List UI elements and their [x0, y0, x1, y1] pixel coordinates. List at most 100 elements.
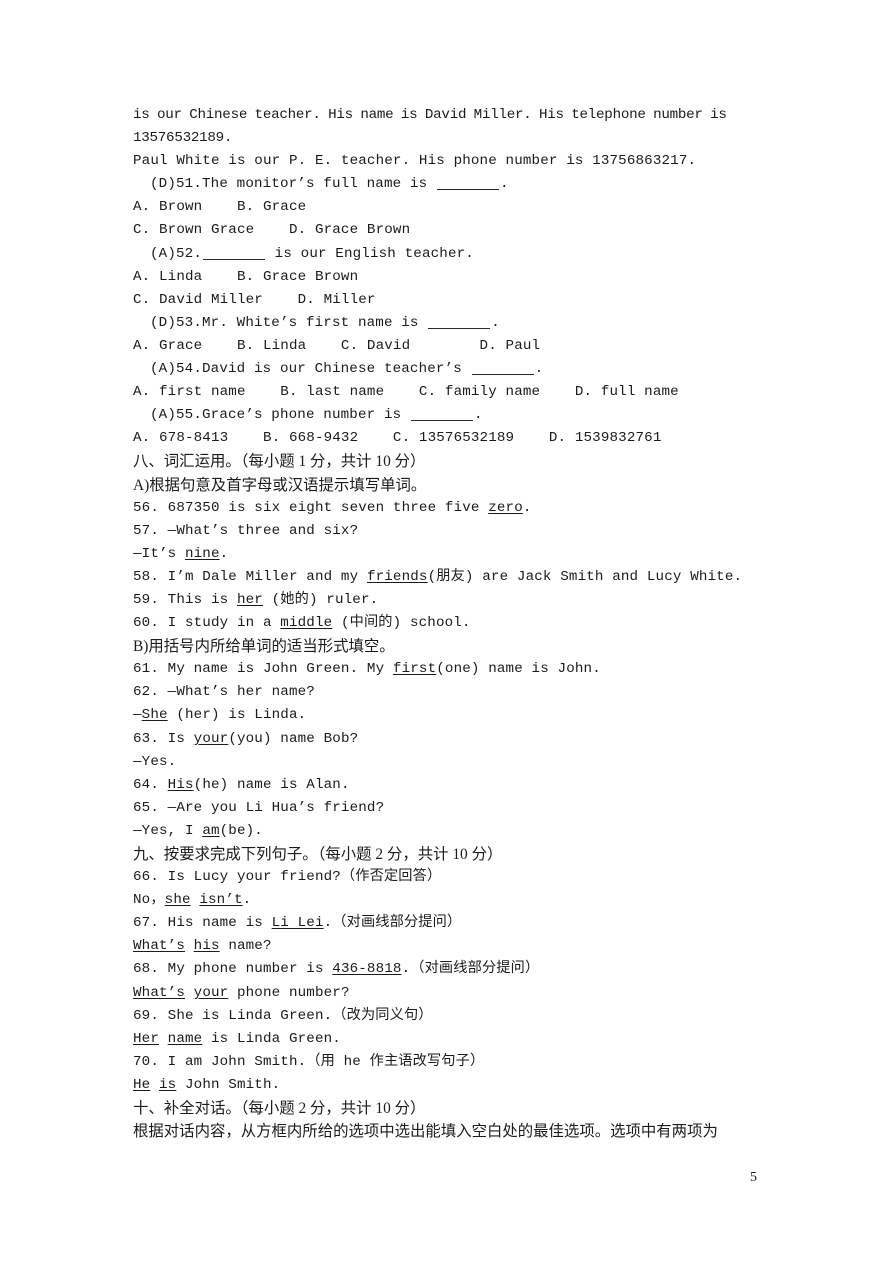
filled-answer: is: [159, 1076, 177, 1093]
section-9-heading: 九、按要求完成下列句子。（每小题 2 分，共计 10 分）: [133, 846, 503, 863]
sentence-text: 68. My phone number is: [133, 961, 333, 978]
filled-answer: 436-8818: [332, 961, 402, 978]
question-text: Mr. White’s first name is: [202, 314, 428, 331]
filled-answer: His: [167, 776, 194, 793]
q57-line2: —It’s nine.: [133, 543, 759, 566]
answer-blank[interactable]: [471, 374, 534, 376]
question-number: 52.: [176, 245, 202, 262]
passage-line-1: is our Chinese teacher. His name is Davi…: [133, 107, 735, 147]
section-8a-instruction: A)根据句意及首字母或汉语提示填写单词。: [133, 476, 427, 494]
answer-key: (A): [150, 361, 176, 378]
document-page: is our Chinese teacher. His name is Davi…: [0, 0, 892, 1262]
sentence-text: .: [522, 499, 532, 516]
answer-blank[interactable]: [203, 258, 265, 260]
q67-line2: What’s his name?: [133, 935, 759, 958]
filled-answer: first: [392, 661, 437, 678]
sentence-text: .（对画线部分提问）: [401, 961, 540, 978]
passage-line-2: Paul White is our P. E. teacher. His pho…: [133, 153, 697, 170]
q57-line1: 57. —What’s three and six?: [133, 522, 359, 539]
answer-key: (D): [150, 176, 176, 193]
q60: 60. I study in a middle (中间的) school.: [133, 612, 759, 635]
question-text-tail: is our English teacher.: [266, 245, 474, 262]
sentence-text: (be).: [219, 822, 263, 839]
question-text: David is our Chinese teacher’s: [202, 361, 471, 378]
page-number: 5: [750, 1170, 757, 1185]
q64: 64. His(he) name is Alan.: [133, 774, 759, 797]
sentence-text: [150, 1077, 159, 1093]
q55-stem: (A)55.Grace’s phone number is .: [133, 404, 759, 427]
section-8b-instruction: B)用括号内所给单词的适当形式填空。: [133, 638, 395, 656]
sentence-text: 60. I study in a: [133, 615, 281, 632]
sentence-text: John Smith.: [176, 1076, 281, 1093]
sentence-text: (她的) ruler.: [262, 591, 379, 608]
q54-stem: (A)54.David is our Chinese teacher’s .: [133, 358, 759, 381]
filled-answer: middle: [280, 615, 333, 632]
q63-line1: 63. Is your(you) name Bob?: [133, 728, 759, 751]
sentence-text: [185, 985, 194, 1001]
q59: 59. This is her (她的) ruler.: [133, 589, 759, 612]
sentence-text: 64.: [133, 776, 168, 793]
q70-line2: He is John Smith.: [133, 1074, 759, 1097]
answer-blank[interactable]: [410, 420, 473, 422]
q51-options-2: C. Brown Grace D. Grace Brown: [133, 222, 411, 239]
filled-answer: zero: [488, 499, 523, 516]
q61: 61. My name is John Green. My first(one)…: [133, 658, 759, 681]
filled-answer: isn’t: [199, 892, 243, 909]
q69-line1: 69. She is Linda Green.（改为同义句）: [133, 1007, 433, 1024]
sentence-text: —: [133, 707, 142, 724]
q63-line2: —Yes.: [133, 753, 177, 770]
sentence-text: (one) name is John.: [436, 661, 601, 678]
sentence-text: —Yes, I: [133, 822, 203, 839]
sentence-text: —It’s: [133, 545, 185, 562]
sentence-text: [185, 938, 194, 954]
q70-line1: 70. I am John Smith.（用 he 作主语改写句子）: [133, 1053, 485, 1070]
sentence-text: 63. Is: [133, 730, 194, 747]
sentence-text: .（对画线部分提问）: [323, 915, 462, 932]
q65-line2: —Yes, I am(be).: [133, 820, 759, 843]
filled-answer: his: [193, 938, 220, 955]
answer-blank[interactable]: [436, 189, 499, 191]
sentence-text: name?: [219, 938, 272, 955]
q58: 58. I’m Dale Miller and my friends(朋友) a…: [133, 566, 759, 589]
q56: 56. 687350 is six eight seven three five…: [133, 497, 759, 520]
filled-answer: She: [141, 707, 168, 724]
q51-stem: (D)51.The monitor’s full name is .: [133, 173, 759, 196]
q62-line1: 62. —What’s her name?: [133, 684, 315, 701]
q65-line1: 65. —Are you Li Hua’s friend?: [133, 799, 385, 816]
section-8-heading: 八、词汇运用。（每小题 1 分，共计 10 分）: [133, 453, 426, 471]
sentence-text: phone number?: [228, 984, 350, 1001]
filled-answer: What’s: [133, 984, 185, 1001]
sentence-text: .: [219, 545, 229, 562]
filled-answer: What’s: [133, 938, 185, 955]
q66-line1: 66. Is Lucy your friend?（作否定回答）: [133, 869, 442, 886]
filled-answer: her: [236, 591, 263, 608]
sentence-text: 67. His name is: [133, 915, 272, 932]
filled-answer: He: [133, 1076, 151, 1093]
question-number: 51.: [176, 176, 202, 193]
q66-line2: No，she isn’t.: [133, 889, 759, 912]
q67-line1: 67. His name is Li Lei.（对画线部分提问）: [133, 912, 759, 935]
q52-options-2: C. David Miller D. Miller: [133, 291, 376, 308]
q62-line2: —She (her) is Linda.: [133, 704, 759, 727]
filled-answer: she: [164, 892, 191, 909]
sentence-text: No，: [133, 892, 165, 909]
sentence-text: 61. My name is John Green. My: [133, 661, 393, 678]
section-10-heading: 十、补全对话。（每小题 2 分，共计 10 分）: [133, 1100, 426, 1118]
sentence-text: is Linda Green.: [202, 1030, 341, 1047]
filled-answer: Li Lei: [271, 915, 324, 932]
filled-answer: Her: [133, 1030, 159, 1047]
q68-line1: 68. My phone number is 436-8818.（对画线部分提问…: [133, 958, 759, 981]
q52-options-1: A. Linda B. Grace Brown: [133, 268, 359, 285]
question-text-tail: .: [534, 361, 544, 378]
q69-line2: Her name is Linda Green.: [133, 1028, 759, 1051]
sentence-text: (中间的) school.: [332, 615, 471, 632]
q53-options: A. Grace B. Linda C. David D. Paul: [133, 337, 541, 354]
answer-blank[interactable]: [428, 327, 491, 329]
question-number: 54.: [176, 361, 202, 378]
sentence-text: (her) is Linda.: [167, 707, 307, 724]
answer-key: (A): [150, 245, 176, 262]
filled-answer: am: [202, 822, 220, 839]
question-text-tail: .: [499, 176, 509, 193]
q54-options: A. first name B. last name C. family nam…: [133, 384, 679, 401]
q53-stem: (D)53.Mr. White’s first name is .: [133, 312, 759, 335]
